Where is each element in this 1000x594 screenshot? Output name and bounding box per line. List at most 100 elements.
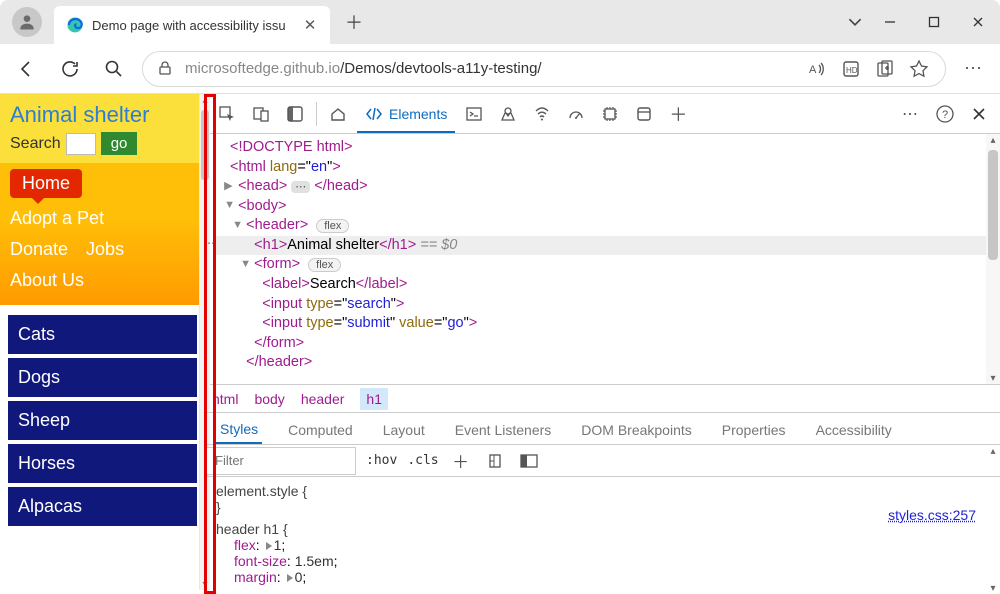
hov-toggle[interactable]: :hov [366,453,397,468]
new-tab-button[interactable]: ＋ [338,6,370,38]
search-input[interactable] [66,133,96,155]
main-nav: Home Adopt a Pet Donate Jobs About Us [0,163,205,305]
breadcrumb-html[interactable]: html [212,391,238,407]
toggle-sidebar-icon[interactable] [517,449,541,473]
dom-line[interactable]: ▶<head> ⋯ </head> [216,177,1000,197]
read-aloud-icon[interactable]: A [805,57,829,81]
nav-about[interactable]: About Us [10,270,195,291]
profile-icon[interactable] [12,7,42,37]
settings-menu-button[interactable]: ⋯ [958,53,990,85]
breadcrumb-header[interactable]: header [301,391,345,407]
dom-tree[interactable]: ⋯ <!DOCTYPE html><html lang="en"> ▶<head… [206,134,1000,384]
elements-tab[interactable]: Elements [357,95,455,133]
css-declaration[interactable]: font-size: 1.5em; [216,553,990,569]
tab-close-icon[interactable]: ✕ [302,17,318,33]
styles-filter-input[interactable] [206,447,356,475]
header-h1-rule: header h1 { [216,521,990,537]
browser-titlebar: Demo page with accessibility issu ✕ ＋ [0,0,1000,44]
dom-scrollbar[interactable]: ▴ ▾ [986,134,1000,384]
category-alpacas[interactable]: Alpacas [8,487,197,526]
tab-computed[interactable]: Computed [284,415,357,443]
inspect-element-icon[interactable] [212,99,242,129]
dom-line[interactable]: <h1>Animal shelter</h1> == $0 [216,236,1000,256]
scroll-down-arrow-icon[interactable]: ▾ [986,372,1000,384]
more-tabs-icon[interactable]: ＋ [663,99,693,129]
welcome-tab-icon[interactable] [323,99,353,129]
tab-dom-breakpoints[interactable]: DOM Breakpoints [577,415,695,443]
collections-icon[interactable] [873,57,897,81]
nav-home[interactable]: Home [10,169,82,198]
category-sheep[interactable]: Sheep [8,401,197,440]
dom-line[interactable]: ▼<form> flex [216,255,1000,275]
devtools-toolbar: Elements ＋ ⋯ ? [206,94,1000,134]
search-label: Search [10,135,61,153]
panel-layout-icon[interactable] [280,99,310,129]
scroll-up-arrow-icon[interactable]: ▴ [200,94,210,106]
devtools-close-icon[interactable] [964,99,994,129]
address-bar[interactable]: microsoftedge.github.io/Demos/devtools-a… [142,51,946,87]
category-cats[interactable]: Cats [8,315,197,354]
close-window-button[interactable] [956,2,1000,42]
page-viewport: Animal shelter Search go Home Adopt a Pe… [0,94,205,594]
nav-jobs[interactable]: Jobs [86,239,124,260]
dom-line[interactable]: ▼<header> flex [216,216,1000,236]
search-button[interactable] [98,53,130,85]
chevron-down-icon[interactable] [842,2,868,42]
new-style-rule-icon[interactable]: ＋ [449,449,473,473]
css-declaration[interactable]: margin: 0; [216,569,990,585]
nav-adopt[interactable]: Adopt a Pet [10,208,195,229]
computed-styles-icon[interactable] [483,449,507,473]
device-toggle-icon[interactable] [246,99,276,129]
tab-event-listeners[interactable]: Event Listeners [451,415,556,443]
tab-accessibility[interactable]: Accessibility [812,415,896,443]
css-declaration[interactable]: flex: 1; [216,537,990,553]
category-dogs[interactable]: Dogs [8,358,197,397]
maximize-button[interactable] [912,2,956,42]
lock-icon [157,60,175,78]
scroll-up-arrow-icon[interactable]: ▴ [986,445,1000,457]
breadcrumb-h1[interactable]: h1 [360,388,388,410]
go-button[interactable]: go [101,132,138,155]
translate-icon[interactable]: HD [839,57,863,81]
devtools-more-icon[interactable]: ⋯ [896,99,926,129]
console-tab-icon[interactable] [459,99,489,129]
breadcrumb-body[interactable]: body [254,391,284,407]
dom-line[interactable]: </form> [216,334,1000,354]
refresh-button[interactable] [54,53,86,85]
browser-tab[interactable]: Demo page with accessibility issu ✕ [54,6,330,44]
tab-properties[interactable]: Properties [718,415,790,443]
dom-line[interactable]: <label>Search</label> [216,275,1000,295]
cls-toggle[interactable]: .cls [407,453,438,468]
scroll-down-arrow-icon[interactable]: ▾ [986,582,1000,594]
dom-line[interactable]: ▼<body> [216,197,1000,217]
tab-styles[interactable]: Styles [216,414,262,444]
dom-line[interactable]: <html lang="en"> [216,158,1000,178]
network-tab-icon[interactable] [527,99,557,129]
dom-line[interactable]: <!DOCTYPE html> [216,138,1000,158]
source-link[interactable]: styles.css:257 [888,507,976,523]
nav-donate[interactable]: Donate [10,239,68,260]
dom-line[interactable]: <input type="search"> [216,295,1000,315]
styles-tab-bar: Styles Computed Layout Event Listeners D… [206,413,1000,445]
scroll-thumb[interactable] [988,150,998,260]
application-tab-icon[interactable] [629,99,659,129]
dom-line[interactable]: <input type="submit" value="go"> [216,314,1000,334]
browser-toolbar: microsoftedge.github.io/Demos/devtools-a… [0,44,1000,94]
category-list: Cats Dogs Sheep Horses Alpacas [0,305,205,536]
category-horses[interactable]: Horses [8,444,197,483]
back-button[interactable] [10,53,42,85]
performance-tab-icon[interactable] [561,99,591,129]
help-icon[interactable]: ? [930,99,960,129]
dom-line[interactable]: </header> [216,353,1000,373]
memory-tab-icon[interactable] [595,99,625,129]
styles-scrollbar[interactable]: ▴ ▾ [986,445,1000,594]
styles-rules[interactable]: element.style { } header h1 { flex: 1;fo… [206,477,1000,594]
tab-title: Demo page with accessibility issu [92,18,294,33]
minimize-button[interactable] [868,2,912,42]
ellipsis-icon[interactable]: ⋯ [206,236,215,250]
sources-tab-icon[interactable] [493,99,523,129]
tab-layout[interactable]: Layout [379,415,429,443]
scroll-up-arrow-icon[interactable]: ▴ [986,134,1000,146]
favorite-icon[interactable] [907,57,931,81]
svg-text:A: A [809,64,817,76]
